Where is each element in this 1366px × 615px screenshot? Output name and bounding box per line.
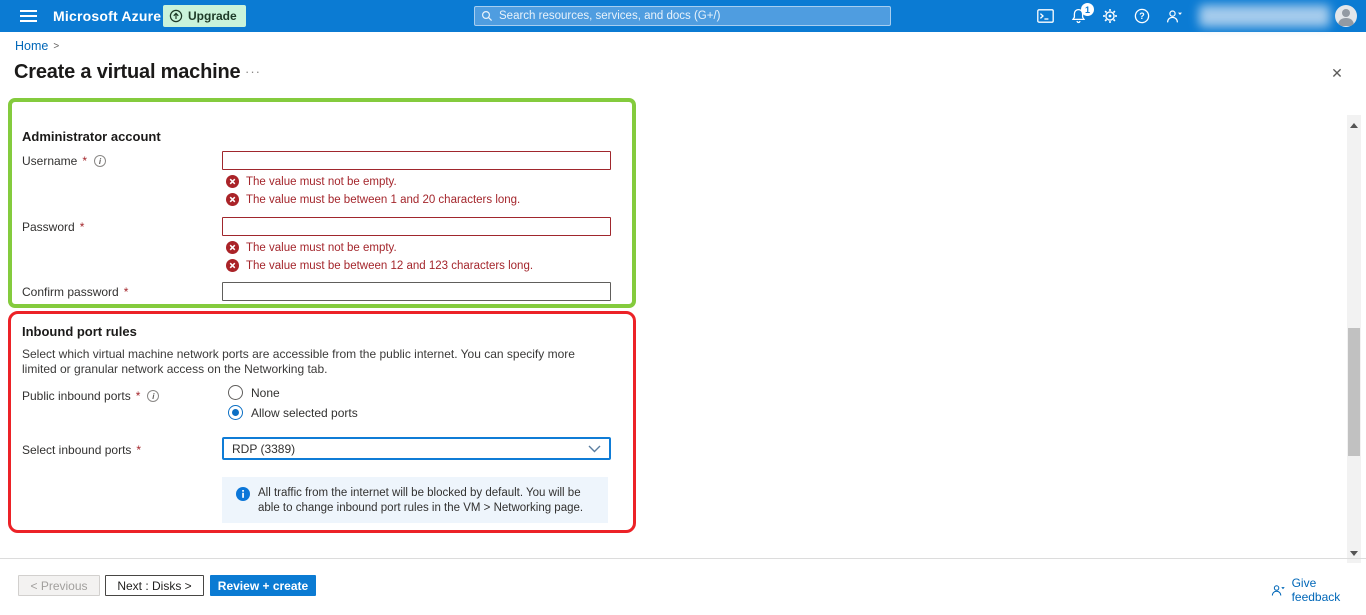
account-info-redacted [1199,5,1330,27]
chevron-down-icon [588,445,601,452]
breadcrumb-chevron-icon: > [53,40,60,52]
close-icon[interactable]: ✕ [1328,64,1346,82]
upgrade-arrow-icon [169,9,183,23]
password-input[interactable] [222,217,611,236]
password-label: Password * [22,220,85,234]
next-disks-button[interactable]: Next : Disks > [105,575,204,596]
scrollbar-up-arrow[interactable] [1347,117,1361,133]
gear-icon [1103,9,1117,23]
password-error-empty: The value must not be empty. [246,241,397,254]
hamburger-menu-button[interactable] [10,0,46,32]
error-icon [226,193,239,206]
azure-top-bar: Microsoft Azure Upgrade 1 ? [0,0,1366,32]
breadcrumb: Home > [15,39,59,53]
info-icon [236,487,250,501]
svg-text:?: ? [1139,11,1145,21]
search-icon [481,10,493,22]
dropdown-selected-value: RDP (3389) [232,441,296,456]
radio-none-label: None [251,385,280,400]
required-asterisk: * [79,220,85,234]
feedback-icon [1166,9,1182,22]
required-asterisk: * [135,389,141,403]
feedback-button[interactable] [1158,0,1190,32]
section-heading-inbound-port-rules: Inbound port rules [22,324,137,339]
page-title: Create a virtual machine [14,61,241,83]
avatar-person-icon [1338,9,1354,26]
notification-count-badge: 1 [1081,3,1094,16]
required-asterisk: * [82,154,88,168]
password-error-row: The value must be between 12 and 123 cha… [226,259,533,272]
radio-allow-label: Allow selected ports [251,405,358,420]
password-error-length: The value must be between 12 and 123 cha… [246,259,534,272]
breadcrumb-home-link[interactable]: Home [15,39,48,53]
required-asterisk: * [136,443,142,457]
give-feedback-label: Give feedback [1291,576,1341,604]
username-error-row: The value must not be empty. [226,175,397,188]
select-inbound-ports-dropdown[interactable]: RDP (3389) [222,437,611,460]
radio-unselected-icon [228,385,243,400]
confirm-password-input[interactable] [222,282,611,301]
inbound-info-text: All traffic from the internet will be bl… [258,487,584,514]
scrollbar-thumb[interactable] [1348,328,1360,456]
username-error-length: The value must be between 1 and 20 chara… [246,193,521,206]
inbound-info-box: All traffic from the internet will be bl… [222,477,608,523]
more-options-button[interactable]: ··· [245,64,261,79]
create-vm-page: Microsoft Azure Upgrade 1 ? [0,0,1366,615]
error-icon [226,241,239,254]
radio-option-allow-selected-ports[interactable]: Allow selected ports [228,405,358,420]
hamburger-icon [19,7,37,25]
username-error-row: The value must be between 1 and 20 chara… [226,193,520,206]
error-icon [226,259,239,272]
footer-divider [0,558,1366,559]
vertical-scrollbar[interactable] [1347,115,1361,563]
help-button[interactable]: ? [1126,0,1158,32]
avatar[interactable] [1335,5,1357,27]
username-info-icon[interactable]: i [94,155,107,167]
section-heading-administrator-account: Administrator account [22,129,161,144]
public-inbound-ports-info-icon[interactable]: i [147,390,160,402]
required-asterisk: * [123,285,129,299]
username-label: Username * i [22,154,107,168]
username-input[interactable] [222,151,611,170]
username-error-empty: The value must not be empty. [246,175,397,188]
cloud-shell-icon [1036,9,1054,23]
public-inbound-ports-label: Public inbound ports * i [22,389,160,403]
password-error-row: The value must not be empty. [226,241,397,254]
brand-microsoft-azure[interactable]: Microsoft Azure [53,0,161,32]
settings-button[interactable] [1094,0,1126,32]
feedback-icon [1271,584,1285,596]
cloud-shell-button[interactable] [1029,0,1061,32]
upgrade-button[interactable]: Upgrade [163,5,246,27]
confirm-password-label: Confirm password * [22,285,129,299]
global-search[interactable] [474,6,891,26]
inbound-description: Select which virtual machine network por… [22,347,575,376]
upgrade-label: Upgrade [188,9,237,23]
previous-button[interactable]: < Previous [18,575,100,596]
error-icon [226,175,239,188]
radio-option-none[interactable]: None [228,385,280,400]
search-input[interactable] [499,10,884,22]
radio-selected-icon [228,405,243,420]
review-create-button[interactable]: Review + create [210,575,316,596]
help-icon: ? [1134,8,1150,24]
give-feedback-link[interactable]: Give feedback [1271,576,1366,604]
select-inbound-ports-label: Select inbound ports * [22,443,142,457]
